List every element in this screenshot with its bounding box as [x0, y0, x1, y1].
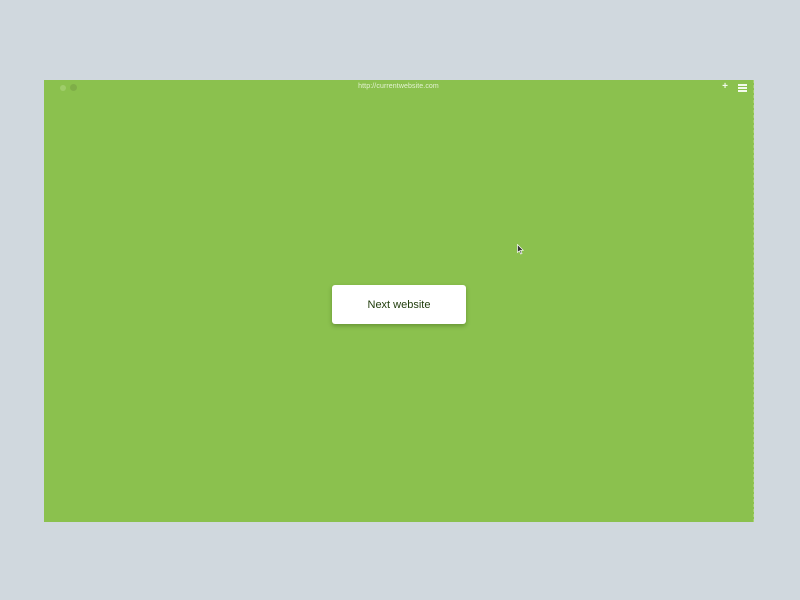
plus-icon[interactable]: + [721, 82, 729, 92]
next-website-button[interactable]: Next website [332, 285, 466, 324]
browser-window: http://currentwebsite.com + Next website [44, 80, 754, 522]
hamburger-menu-icon[interactable] [738, 84, 747, 92]
address-bar[interactable]: http://currentwebsite.com [44, 83, 753, 90]
browser-titlebar: http://currentwebsite.com + [44, 80, 753, 96]
mouse-cursor-icon [517, 244, 524, 255]
